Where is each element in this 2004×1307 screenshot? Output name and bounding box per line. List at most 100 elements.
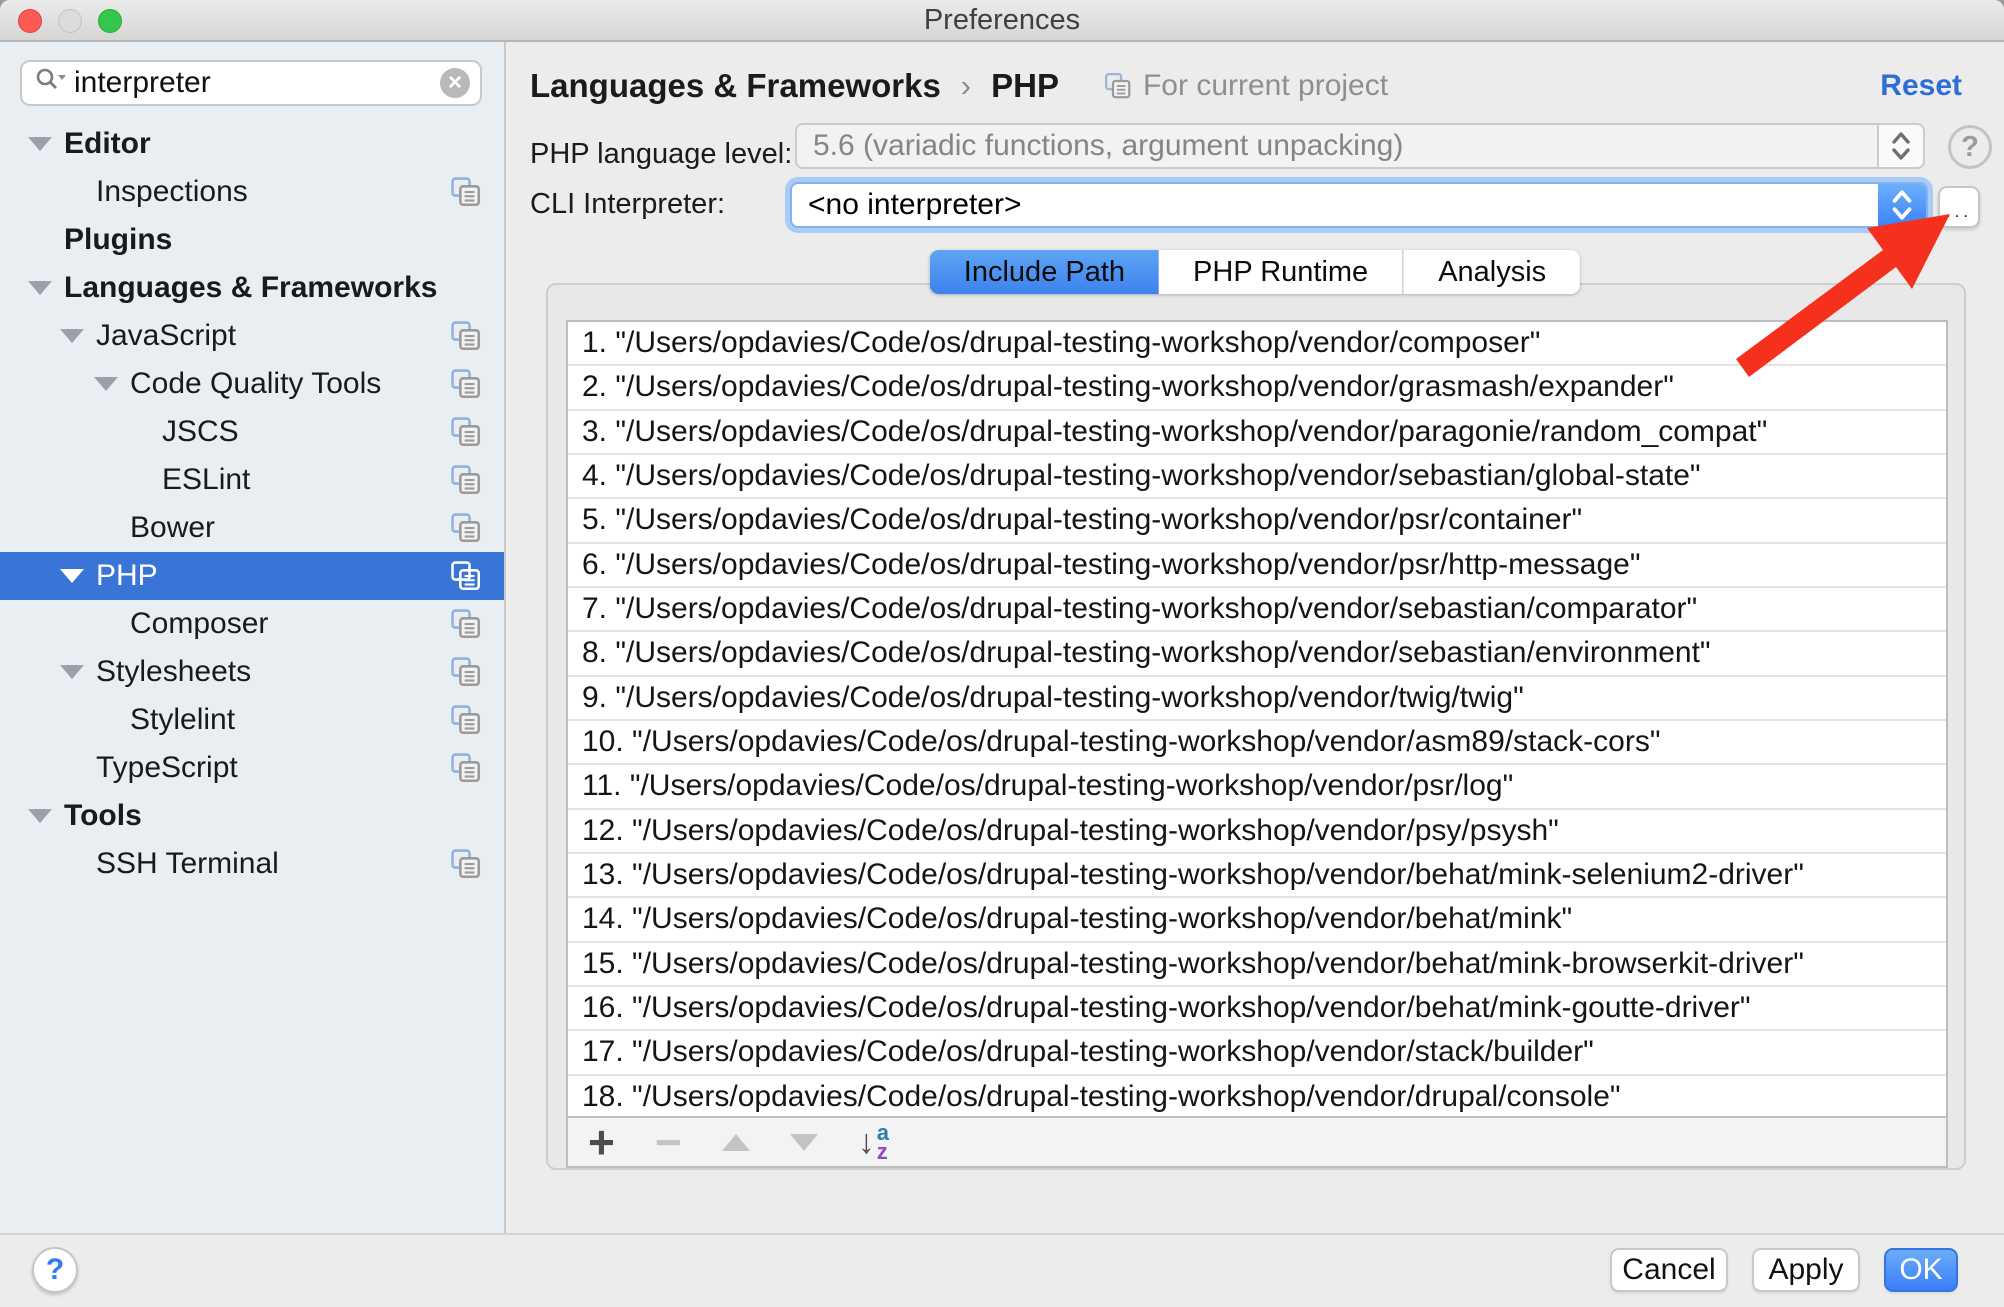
minimize-button[interactable]	[58, 9, 82, 33]
include-path-row[interactable]: 6. "/Users/opdavies/Code/os/drupal-testi…	[568, 544, 1946, 588]
apply-button[interactable]: Apply	[1752, 1248, 1860, 1292]
scope-indicator: For current project	[1103, 69, 1388, 103]
sidebar-item-label: Inspections	[96, 175, 248, 209]
include-path-row[interactable]: 17. "/Users/opdavies/Code/os/drupal-test…	[568, 1031, 1946, 1075]
titlebar: Preferences	[0, 0, 2004, 42]
add-path-button[interactable]: +	[588, 1120, 615, 1164]
footer-bar: ? Cancel Apply OK	[0, 1233, 2004, 1307]
sidebar-item-label: Stylesheets	[96, 655, 251, 689]
move-down-button[interactable]	[790, 1134, 818, 1151]
scope-label: For current project	[1143, 69, 1388, 103]
include-path-row[interactable]: 8. "/Users/opdavies/Code/os/drupal-testi…	[568, 632, 1946, 676]
clear-search-icon[interactable]: ×	[440, 68, 470, 98]
browse-interpreters-button[interactable]: ...	[1938, 186, 1980, 228]
copy-settings-icon	[449, 319, 483, 353]
include-path-row[interactable]: 10. "/Users/opdavies/Code/os/drupal-test…	[568, 721, 1946, 765]
expand-arrow-icon[interactable]	[60, 329, 96, 343]
sidebar-item-label: SSH Terminal	[96, 847, 279, 881]
breadcrumb: Languages & Frameworks › PHP For current…	[530, 62, 1962, 110]
copy-settings-icon	[449, 415, 483, 449]
help-button[interactable]: ?	[32, 1247, 78, 1293]
for-current-project-icon	[1103, 71, 1133, 101]
include-path-row[interactable]: 1. "/Users/opdavies/Code/os/drupal-testi…	[568, 322, 1946, 366]
include-path-row[interactable]: 9. "/Users/opdavies/Code/os/drupal-testi…	[568, 677, 1946, 721]
copy-settings-icon	[449, 607, 483, 641]
sidebar-item-ssh-terminal[interactable]: SSH Terminal	[0, 840, 504, 888]
tab-include-path[interactable]: Include Path	[930, 250, 1159, 294]
search-value[interactable]: interpreter	[74, 66, 440, 100]
cli-interpreter-value: <no interpreter>	[792, 188, 1021, 222]
include-path-row[interactable]: 5. "/Users/opdavies/Code/os/drupal-testi…	[568, 499, 1946, 543]
preferences-window: Preferences interpreter × Editor Inspecti…	[0, 0, 2004, 1307]
include-path-row[interactable]: 18. "/Users/opdavies/Code/os/drupal-test…	[568, 1076, 1946, 1118]
sidebar-item-languages-frameworks[interactable]: Languages & Frameworks	[0, 264, 504, 312]
expand-arrow-icon[interactable]	[60, 569, 96, 583]
copy-settings-icon	[449, 703, 483, 737]
sidebar-item-label: Code Quality Tools	[130, 367, 381, 401]
expand-arrow-icon[interactable]	[28, 137, 64, 151]
cancel-button[interactable]: Cancel	[1610, 1248, 1728, 1292]
search-input[interactable]: interpreter ×	[20, 60, 482, 106]
sidebar-item-label: TypeScript	[96, 751, 238, 785]
sidebar-item-label: JSCS	[162, 415, 239, 449]
include-path-list: 1. "/Users/opdavies/Code/os/drupal-testi…	[566, 320, 1948, 1118]
include-path-row[interactable]: 3. "/Users/opdavies/Code/os/drupal-testi…	[568, 411, 1946, 455]
sidebar-item-stylesheets[interactable]: Stylesheets	[0, 648, 504, 696]
remove-path-button[interactable]: −	[655, 1122, 682, 1162]
copy-settings-icon	[449, 847, 483, 881]
tab-analysis[interactable]: Analysis	[1404, 250, 1580, 294]
search-icon[interactable]	[34, 66, 68, 101]
sidebar-item-php[interactable]: PHP	[0, 552, 504, 600]
copy-settings-icon	[449, 511, 483, 545]
cli-interpreter-select[interactable]: <no interpreter>	[790, 182, 1928, 228]
dialog-buttons: Cancel Apply OK	[1610, 1248, 1958, 1292]
breadcrumb-current: PHP	[991, 67, 1059, 105]
sort-letter-z: z	[877, 1142, 889, 1161]
ok-button[interactable]: OK	[1884, 1248, 1958, 1292]
expand-arrow-icon[interactable]	[60, 665, 96, 679]
window-title: Preferences	[924, 4, 1080, 37]
settings-sidebar: interpreter × Editor Inspections Plugins La…	[0, 42, 506, 1233]
sidebar-item-inspections[interactable]: Inspections	[0, 168, 504, 216]
include-path-row[interactable]: 15. "/Users/opdavies/Code/os/drupal-test…	[568, 943, 1946, 987]
language-level-stepper-icon[interactable]	[1877, 125, 1923, 167]
sidebar-item-typescript[interactable]: TypeScript	[0, 744, 504, 792]
sidebar-item-bower[interactable]: Bower	[0, 504, 504, 552]
include-path-row[interactable]: 7. "/Users/opdavies/Code/os/drupal-testi…	[568, 588, 1946, 632]
sidebar-item-tools[interactable]: Tools	[0, 792, 504, 840]
sidebar-item-label: Editor	[64, 127, 151, 161]
include-path-row[interactable]: 12. "/Users/opdavies/Code/os/drupal-test…	[568, 810, 1946, 854]
list-toolbar: + − ↓ a z	[566, 1118, 1948, 1168]
expand-arrow-icon[interactable]	[94, 377, 130, 391]
sidebar-item-label: Plugins	[64, 223, 172, 257]
include-path-row[interactable]: 14. "/Users/opdavies/Code/os/drupal-test…	[568, 898, 1946, 942]
sidebar-item-code-quality-tools[interactable]: Code Quality Tools	[0, 360, 504, 408]
include-path-row[interactable]: 16. "/Users/opdavies/Code/os/drupal-test…	[568, 987, 1946, 1031]
breadcrumb-parent[interactable]: Languages & Frameworks	[530, 67, 941, 105]
language-level-value: 5.6 (variadic functions, argument unpack…	[797, 129, 1403, 163]
sidebar-item-editor[interactable]: Editor	[0, 120, 504, 168]
move-up-button[interactable]	[722, 1134, 750, 1151]
close-button[interactable]	[18, 9, 42, 33]
sort-alphabetically-button[interactable]: ↓ a z	[858, 1123, 889, 1161]
sidebar-item-composer[interactable]: Composer	[0, 600, 504, 648]
sidebar-item-plugins[interactable]: Plugins	[0, 216, 504, 264]
sidebar-item-label: PHP	[96, 559, 158, 593]
help-icon[interactable]: ?	[1948, 125, 1992, 169]
include-path-row[interactable]: 13. "/Users/opdavies/Code/os/drupal-test…	[568, 854, 1946, 898]
reset-link[interactable]: Reset	[1880, 69, 1962, 103]
sidebar-item-stylelint[interactable]: Stylelint	[0, 696, 504, 744]
sidebar-item-jscs[interactable]: JSCS	[0, 408, 504, 456]
copy-settings-icon	[449, 367, 483, 401]
tab-php-runtime[interactable]: PHP Runtime	[1159, 250, 1404, 294]
include-path-row[interactable]: 11. "/Users/opdavies/Code/os/drupal-test…	[568, 765, 1946, 809]
zoom-button[interactable]	[98, 9, 122, 33]
language-level-select[interactable]: 5.6 (variadic functions, argument unpack…	[795, 123, 1925, 169]
expand-arrow-icon[interactable]	[28, 281, 64, 295]
sidebar-item-eslint[interactable]: ESLint	[0, 456, 504, 504]
cli-interpreter-stepper-icon[interactable]	[1878, 184, 1926, 226]
include-path-row[interactable]: 2. "/Users/opdavies/Code/os/drupal-testi…	[568, 366, 1946, 410]
include-path-row[interactable]: 4. "/Users/opdavies/Code/os/drupal-testi…	[568, 455, 1946, 499]
sidebar-item-javascript[interactable]: JavaScript	[0, 312, 504, 360]
expand-arrow-icon[interactable]	[28, 809, 64, 823]
